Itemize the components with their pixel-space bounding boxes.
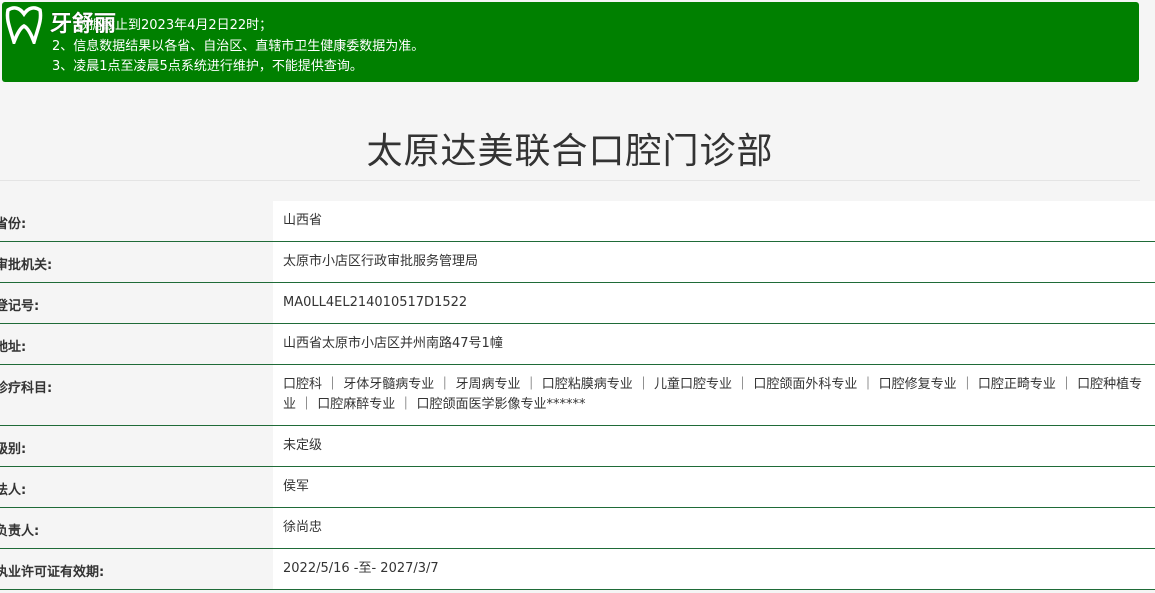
tooth-logo-icon	[5, 6, 43, 44]
row-label: 级别:	[0, 442, 27, 457]
row-label: 省份:	[0, 217, 27, 232]
table-row-reg-number: 登记号: MA0LL4EL214010517D1522	[0, 283, 1155, 324]
table-row-province: 省份: 山西省	[0, 201, 1155, 242]
row-value: 山西省太原市小店区并州南路47号1幢	[273, 324, 1155, 364]
table-row-level: 级别: 未定级	[0, 426, 1155, 467]
row-value: 太原市小店区行政审批服务管理局	[273, 242, 1155, 282]
page-title: 太原达美联合口腔门诊部	[366, 131, 774, 172]
row-value: MA0LL4EL214010517D1522	[273, 283, 1155, 323]
table-row-legal-person: 法人: 侯军	[0, 467, 1155, 508]
row-label: 地址:	[0, 340, 27, 355]
row-label: 负责人:	[0, 524, 40, 539]
table-row-departments: 诊疗科目: 口腔科 ｜ 牙体牙髓病专业 ｜ 牙周病专业 ｜ 口腔粘膜病专业 ｜ …	[0, 365, 1155, 426]
row-value: 未定级	[273, 426, 1155, 466]
table-row-person-in-charge: 负责人: 徐尚忠	[0, 508, 1155, 549]
row-value: 口腔科 ｜ 牙体牙髓病专业 ｜ 牙周病专业 ｜ 口腔粘膜病专业 ｜ 儿童口腔专业…	[273, 365, 1155, 425]
title-divider	[0, 180, 1140, 181]
row-label: 登记号:	[0, 299, 40, 314]
table-row-authority: 审批机关: 太原市小店区行政审批服务管理局	[0, 242, 1155, 283]
row-value: 侯军	[273, 467, 1155, 507]
row-label: 法人:	[0, 483, 27, 498]
info-table: 省份: 山西省 审批机关: 太原市小店区行政审批服务管理局 登记号: MA0LL…	[0, 201, 1155, 590]
row-value: 2022/5/16 -至- 2027/3/7	[273, 549, 1155, 589]
table-row-license-validity: 执业许可证有效期: 2022/5/16 -至- 2027/3/7	[0, 549, 1155, 590]
row-value: 山西省	[273, 201, 1155, 241]
row-label: 诊疗科目:	[0, 381, 53, 396]
row-value: 徐尚忠	[273, 508, 1155, 548]
table-row-address: 地址: 山西省太原市小店区并州南路47号1幢	[0, 324, 1155, 365]
site-logo[interactable]: 牙舒丽	[4, 4, 116, 44]
logo-text: 牙舒丽	[50, 11, 117, 37]
row-label: 执业许可证有效期:	[0, 565, 105, 580]
row-label: 审批机关:	[0, 258, 53, 273]
notice-banner: 数据截止到2023年4月2日22时； 2、信息数据结果以各省、自治区、直辖市卫生…	[2, 2, 1139, 82]
notice-line-3: 3、凌晨1点至凌晨5点系统进行维护，不能提供查询。	[52, 59, 363, 74]
